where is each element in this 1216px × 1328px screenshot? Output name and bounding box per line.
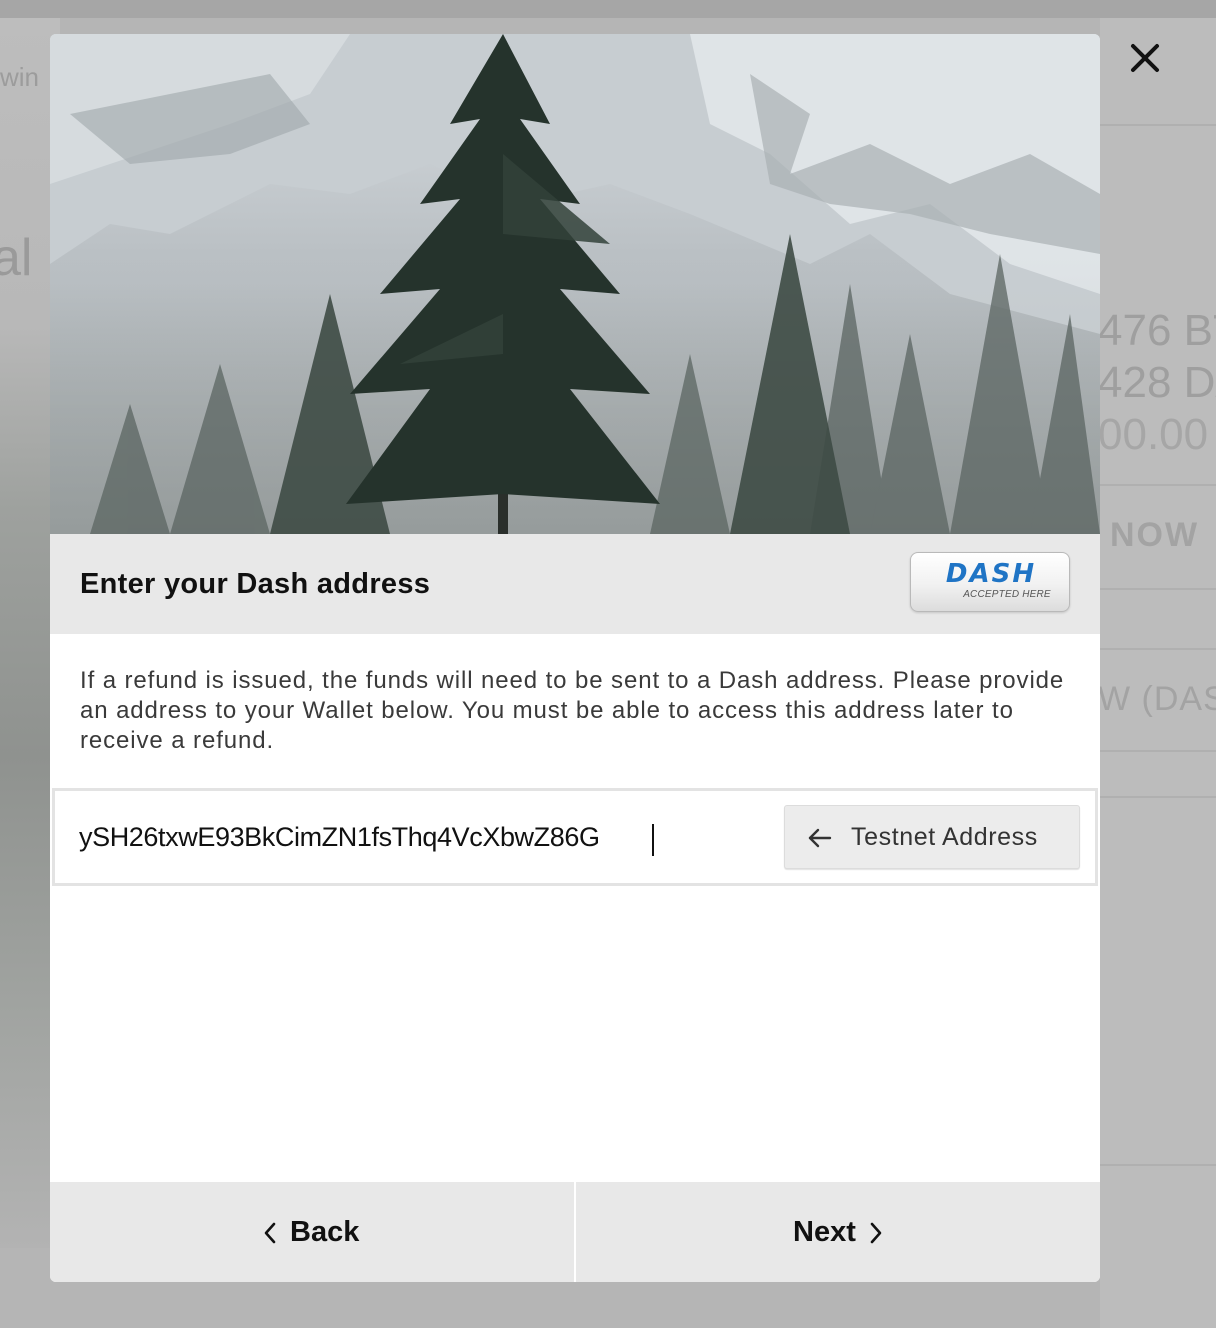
dash-accepted-badge: DASH ACCEPTED HERE bbox=[910, 552, 1070, 612]
forest-mountain-image bbox=[50, 34, 1100, 534]
background-divider bbox=[1100, 796, 1216, 798]
close-button[interactable] bbox=[1122, 36, 1168, 82]
close-icon bbox=[1131, 44, 1159, 72]
background-divider bbox=[1100, 750, 1216, 752]
dash-logo: DASH bbox=[945, 559, 1037, 589]
back-button-label: Back bbox=[290, 1216, 360, 1248]
address-row: Testnet Address bbox=[52, 788, 1098, 886]
background-top-strip bbox=[0, 0, 1216, 18]
dash-address-input[interactable] bbox=[79, 811, 779, 863]
hero-image bbox=[50, 34, 1100, 534]
modal-header: Enter your Dash address DASH ACCEPTED HE… bbox=[50, 534, 1100, 634]
background-divider bbox=[1100, 124, 1216, 126]
background-right-panel bbox=[1100, 18, 1216, 1328]
background-button-text: NOW bbox=[1110, 516, 1200, 554]
next-button-label: Next bbox=[793, 1216, 856, 1248]
background-divider bbox=[1100, 588, 1216, 590]
background-amount: 428 DA bbox=[1098, 358, 1216, 407]
background-tab-text: W (DAS bbox=[1098, 680, 1216, 718]
modal-footer: Back Next bbox=[50, 1182, 1100, 1282]
modal-title: Enter your Dash address bbox=[80, 568, 431, 600]
background-divider bbox=[1100, 648, 1216, 650]
background-divider bbox=[1100, 484, 1216, 486]
back-button[interactable]: Back bbox=[50, 1182, 574, 1282]
background-text: win bbox=[0, 62, 40, 92]
refund-description: If a refund is issued, the funds will ne… bbox=[80, 667, 1065, 754]
background-amount: 00.00 bbox=[1098, 410, 1209, 459]
background-amount: 476 BT bbox=[1098, 306, 1216, 355]
text-caret bbox=[652, 824, 654, 856]
background-divider bbox=[1100, 1164, 1216, 1166]
testnet-address-label: Testnet Address bbox=[851, 823, 1038, 851]
chevron-left-icon bbox=[264, 1222, 276, 1244]
dash-address-modal: Enter your Dash address DASH ACCEPTED HE… bbox=[50, 34, 1100, 1282]
testnet-address-button[interactable]: Testnet Address bbox=[784, 805, 1080, 869]
arrow-left-icon bbox=[808, 828, 832, 848]
dash-badge-tagline: ACCEPTED HERE bbox=[963, 589, 1051, 600]
chevron-right-icon bbox=[870, 1222, 882, 1244]
next-button[interactable]: Next bbox=[576, 1182, 1100, 1282]
